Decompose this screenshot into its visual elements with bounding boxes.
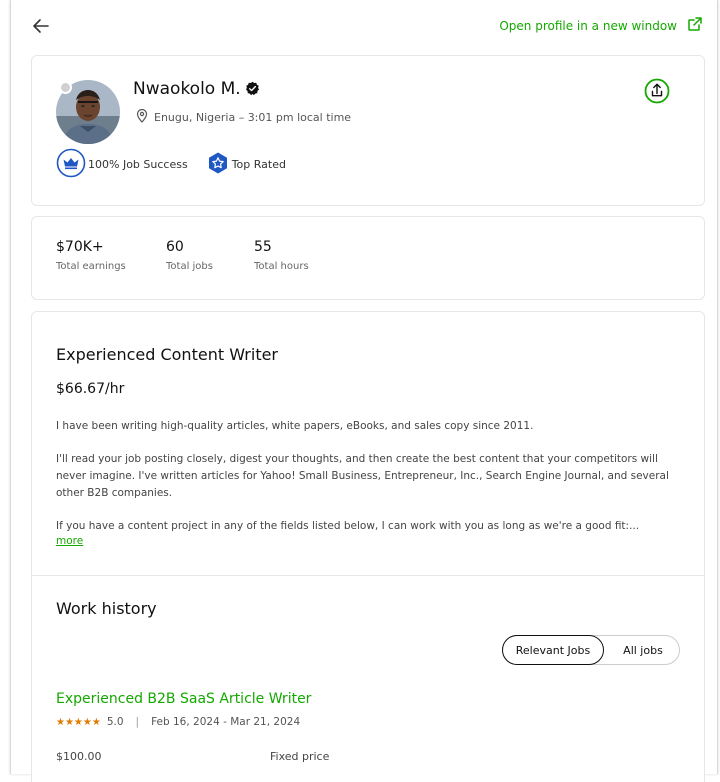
job-meta-row: ★★★★★ 5.0 | Feb 16, 2024 - Mar 21, 2024	[56, 716, 300, 728]
panel-header: Open profile in a new window	[11, 0, 717, 52]
online-status-dot	[59, 81, 72, 94]
crown-icon	[56, 148, 86, 181]
location-pin-icon	[136, 108, 148, 126]
stat-label: Total hours	[254, 261, 309, 272]
job-rating: 5.0	[106, 716, 124, 728]
section-divider	[32, 575, 704, 576]
open-profile-link[interactable]: Open profile in a new window	[499, 16, 703, 35]
overview-paragraph-3: If you have a content project in any of …	[56, 520, 640, 532]
main-card: Experienced Content Writer $66.67/hr I h…	[31, 311, 705, 782]
stat-total-earnings: $70K+ Total earnings	[56, 239, 126, 272]
job-price-type: Fixed price	[270, 750, 330, 763]
top-rated-icon	[206, 151, 230, 178]
badges-row: 100% Job Success Top Rated	[56, 148, 304, 181]
stat-value: 55	[254, 239, 272, 255]
job-title-link[interactable]: Experienced B2B SaaS Article Writer	[56, 691, 311, 707]
location-row: Enugu, Nigeria – 3:01 pm local time	[136, 108, 352, 126]
stat-total-jobs: 60 Total jobs	[166, 239, 213, 272]
profile-card: Nwaokolo M. Enugu, Nigeria – 3:01 pm loc…	[31, 55, 705, 206]
job-success-label: 100% Job Success	[88, 158, 188, 171]
star-rating-icon: ★★★★★	[56, 716, 101, 728]
jobs-filter-toggle: Relevant Jobs All jobs	[502, 635, 680, 665]
work-history-heading: Work history	[56, 599, 157, 618]
verified-icon	[245, 81, 260, 100]
tab-all-jobs[interactable]: All jobs	[607, 636, 679, 664]
meta-separator: |	[135, 716, 140, 728]
open-profile-label[interactable]: Open profile in a new window	[499, 19, 677, 33]
profile-panel: Open profile in a new window Nwaokolo M.…	[10, 0, 718, 782]
stat-total-hours: 55 Total hours	[254, 239, 309, 272]
top-rated-badge: Top Rated	[206, 151, 286, 178]
hourly-rate: $66.67/hr	[56, 381, 125, 397]
job-success-badge: 100% Job Success	[56, 148, 188, 181]
overview-paragraph-2: I'll read your job posting closely, dige…	[56, 453, 669, 499]
tab-relevant-jobs[interactable]: Relevant Jobs	[502, 635, 604, 665]
stat-value: $70K+	[56, 239, 104, 255]
overview-paragraph-1: I have been writing high-quality article…	[56, 420, 534, 432]
external-link-icon[interactable]	[687, 16, 703, 35]
back-arrow-icon[interactable]	[31, 16, 51, 36]
stat-value: 60	[166, 239, 184, 255]
location-text: Enugu, Nigeria – 3:01 pm local time	[154, 111, 352, 124]
job-dates: Feb 16, 2024 - Mar 21, 2024	[151, 716, 301, 728]
job-price: $100.00	[56, 750, 102, 763]
more-link[interactable]: more	[56, 535, 83, 547]
stats-card: $70K+ Total earnings 60 Total jobs 55 To…	[31, 216, 705, 300]
top-rated-label: Top Rated	[231, 158, 286, 171]
stat-label: Total earnings	[56, 261, 126, 272]
freelancer-name: Nwaokolo M.	[133, 79, 241, 99]
profile-title: Experienced Content Writer	[56, 345, 279, 364]
stat-label: Total jobs	[166, 261, 213, 272]
share-icon[interactable]	[644, 78, 670, 108]
